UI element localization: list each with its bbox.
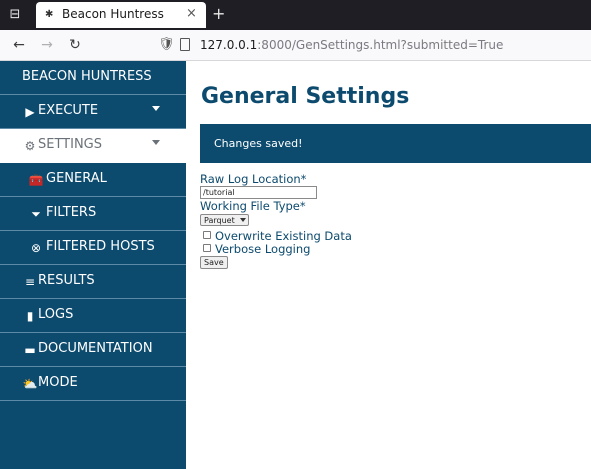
browser-tab-bar: ⊟ ✱ Beacon Huntress × + — [0, 0, 591, 30]
sidebar-item-results[interactable]: ≡ RESULTS — [0, 265, 186, 299]
sidebar-item-label: RESULTS — [38, 273, 95, 288]
database-icon: ≡ — [24, 275, 36, 289]
book-icon: ▬ — [24, 343, 36, 357]
filter-icon: ⏷ — [31, 207, 41, 221]
sidebar: BEACON HUNTRESS ▶ EXECUTE ⚙ SETTINGS 🧰 G… — [0, 61, 186, 469]
save-button[interactable]: Save — [200, 256, 228, 269]
sidebar-item-documentation[interactable]: ▬ DOCUMENTATION — [0, 333, 186, 367]
sidebar-item-filters[interactable]: ⏷ FILTERS — [0, 197, 186, 231]
forward-arrow-icon[interactable]: → — [38, 36, 56, 54]
raw-log-location-input[interactable] — [200, 186, 317, 199]
sidebar-item-label: MODE — [38, 375, 78, 390]
caret-down-icon — [152, 140, 160, 145]
chevron-down-icon — [240, 218, 246, 222]
sidebar-item-mode[interactable]: ⛅ MODE — [0, 367, 186, 401]
sidebar-item-label: LOGS — [38, 307, 74, 322]
shield-icon[interactable]: 🛡 — [158, 36, 175, 54]
caret-down-icon — [152, 106, 160, 111]
sidebar-item-label: SETTINGS — [38, 137, 103, 152]
select-value: Parquet — [204, 216, 235, 225]
browser-nav-bar: ← → ↻ 🛡 127.0.0.1:8000/GenSettings.html?… — [0, 30, 591, 61]
url-bar[interactable]: 127.0.0.1:8000/GenSettings.html?submitte… — [200, 38, 503, 52]
tab-overview-icon[interactable]: ⊟ — [6, 6, 24, 24]
url-path: :8000/GenSettings.html?submitted=True — [257, 38, 504, 52]
toolbox-icon: 🧰 — [28, 173, 44, 187]
brand-title[interactable]: BEACON HUNTRESS — [0, 61, 186, 95]
sidebar-item-execute[interactable]: ▶ EXECUTE — [0, 95, 186, 129]
overwrite-label: Overwrite Existing Data — [215, 229, 352, 243]
sidebar-item-settings[interactable]: ⚙ SETTINGS — [0, 129, 186, 163]
sidebar-item-logs[interactable]: ▮ LOGS — [0, 299, 186, 333]
reload-icon[interactable]: ↻ — [66, 36, 84, 54]
overwrite-row: Overwrite Existing Data — [200, 229, 352, 243]
sidebar-item-general[interactable]: 🧰 GENERAL — [0, 163, 186, 197]
favicon-icon: ✱ — [45, 9, 54, 20]
sidebar-item-label: FILTERS — [46, 205, 97, 220]
back-arrow-icon[interactable]: ← — [10, 36, 28, 54]
page-title: General Settings — [201, 84, 410, 109]
working-file-type-select[interactable]: Parquet — [200, 214, 249, 226]
cloud-sun-icon: ⛅ — [22, 377, 38, 391]
url-host: 127.0.0.1 — [200, 38, 258, 52]
working-file-type-label: Working File Type* — [200, 199, 306, 213]
verbose-logging-label: Verbose Logging — [215, 242, 311, 256]
verbose-row: Verbose Logging — [200, 242, 352, 256]
play-icon: ▶ — [25, 105, 35, 119]
gears-icon: ⚙ — [24, 139, 36, 153]
overwrite-checkbox[interactable] — [203, 231, 211, 239]
sidebar-item-label: EXECUTE — [38, 103, 99, 118]
main-content: General Settings Changes saved! Raw Log … — [186, 61, 591, 469]
file-icon: ▮ — [26, 309, 34, 323]
settings-form: Raw Log Location* Working File Type* Par… — [200, 172, 352, 269]
success-alert: Changes saved! — [200, 124, 591, 163]
close-tab-icon[interactable]: × — [186, 6, 197, 22]
raw-log-location-label: Raw Log Location* — [200, 172, 307, 186]
verbose-logging-checkbox[interactable] — [203, 244, 211, 252]
tab-title: Beacon Huntress — [62, 7, 164, 21]
page-icon — [180, 38, 190, 51]
new-tab-icon[interactable]: + — [212, 4, 225, 24]
alert-message: Changes saved! — [214, 137, 303, 150]
circle-x-icon: ⊗ — [30, 241, 42, 255]
sidebar-item-label: DOCUMENTATION — [38, 341, 153, 356]
browser-tab[interactable]: ✱ Beacon Huntress × — [36, 2, 206, 28]
sidebar-item-label: GENERAL — [46, 171, 107, 186]
sidebar-item-label: FILTERED HOSTS — [46, 239, 155, 254]
sidebar-item-filtered-hosts[interactable]: ⊗ FILTERED HOSTS — [0, 231, 186, 265]
